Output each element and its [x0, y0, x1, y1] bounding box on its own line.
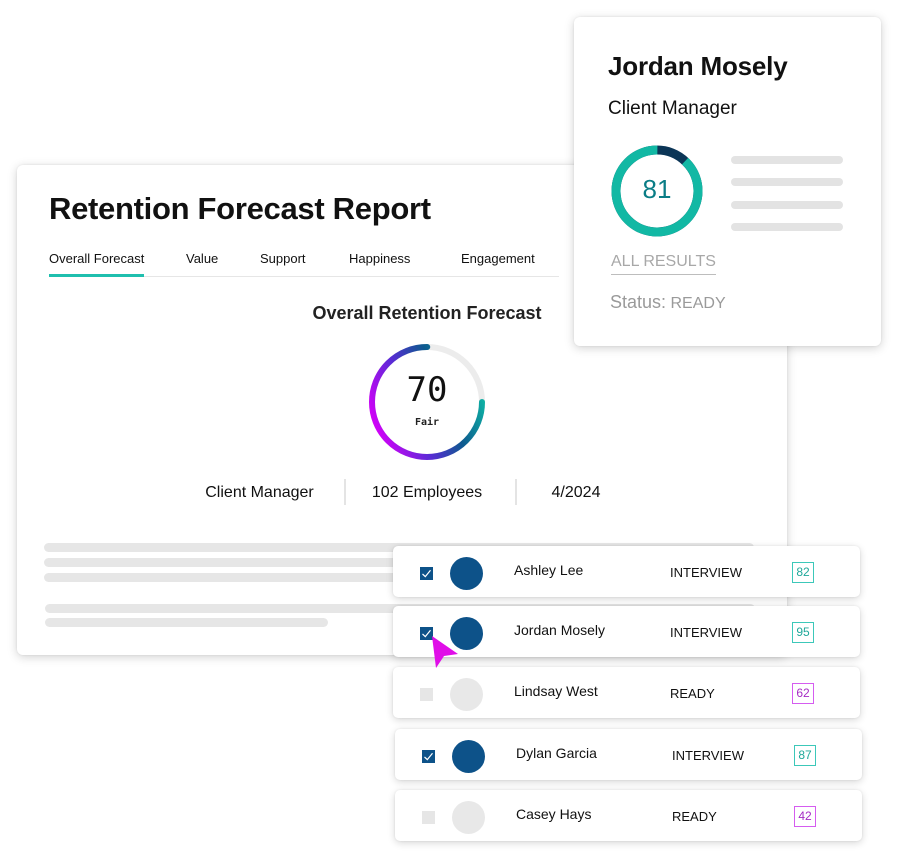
meta-employees: 102 Employees [371, 484, 483, 501]
candidate-row[interactable]: Dylan Garcia INTERVIEW 87 [395, 729, 862, 780]
tab-overall-forecast[interactable]: Overall Forecast [49, 251, 145, 277]
profile-card: Jordan Mosely Client Manager 81 ALL RESU… [574, 17, 881, 346]
placeholder-line [731, 201, 843, 209]
candidate-score-badge: 87 [794, 745, 816, 766]
meta-role: Client Manager [205, 484, 314, 501]
placeholder-line [731, 156, 843, 164]
tab-engagement[interactable]: Engagement [461, 251, 535, 274]
meta-divider [344, 479, 346, 505]
candidate-score-badge: 95 [792, 622, 814, 643]
candidate-score-badge: 62 [792, 683, 814, 704]
candidate-name: Jordan Mosely [514, 622, 606, 638]
meta-date: 4/2024 [551, 484, 601, 501]
pointer-arrow-icon [432, 636, 458, 668]
page-title: Retention Forecast Report [49, 191, 431, 226]
gauge-value: 70 [406, 370, 448, 410]
placeholder-line [45, 618, 328, 627]
profile-name: Jordan Mosely [608, 51, 788, 81]
candidate-status: READY [670, 686, 715, 701]
avatar [450, 557, 483, 590]
row-checkbox[interactable] [420, 688, 433, 701]
placeholder-line [731, 178, 843, 186]
candidate-status: READY [672, 809, 717, 824]
placeholder-line [731, 223, 843, 231]
status-value: READY [670, 295, 726, 312]
gauge-label: Fair [414, 417, 440, 428]
candidate-name: Ashley Lee [514, 562, 584, 578]
profile-score: 81 [642, 174, 672, 204]
candidate-status: INTERVIEW [672, 748, 744, 763]
status-label: Status: [610, 292, 667, 312]
tab-happiness[interactable]: Happiness [349, 251, 410, 274]
candidate-row[interactable]: Lindsay West READY 62 [393, 667, 860, 718]
candidate-name: Casey Hays [516, 806, 592, 822]
candidate-name: Dylan Garcia [516, 745, 597, 761]
avatar [450, 678, 483, 711]
candidate-name: Lindsay West [514, 683, 598, 699]
meta-divider [515, 479, 517, 505]
candidate-row[interactable]: Casey Hays READY 42 [395, 790, 862, 841]
tab-bar: Overall Forecast Value Support Happiness… [49, 249, 559, 277]
candidate-score-badge: 82 [792, 562, 814, 583]
tab-value[interactable]: Value [186, 251, 218, 274]
row-checkbox[interactable] [422, 811, 435, 824]
candidate-score-badge: 42 [794, 806, 816, 827]
candidate-status: INTERVIEW [670, 625, 742, 640]
row-checkbox[interactable] [420, 567, 433, 580]
candidate-row[interactable]: Ashley Lee INTERVIEW 82 [393, 546, 860, 597]
avatar [452, 801, 485, 834]
all-results-link[interactable]: ALL RESULTS [611, 253, 716, 275]
avatar [452, 740, 485, 773]
profile-role: Client Manager [608, 98, 737, 119]
candidate-status: INTERVIEW [670, 565, 742, 580]
tab-support[interactable]: Support [260, 251, 306, 274]
candidate-row[interactable]: Jordan Mosely INTERVIEW 95 [393, 606, 860, 657]
checkmark-icon [422, 569, 431, 578]
checkmark-icon [424, 752, 433, 761]
row-checkbox[interactable] [422, 750, 435, 763]
profile-status: Status: READY [610, 292, 726, 313]
